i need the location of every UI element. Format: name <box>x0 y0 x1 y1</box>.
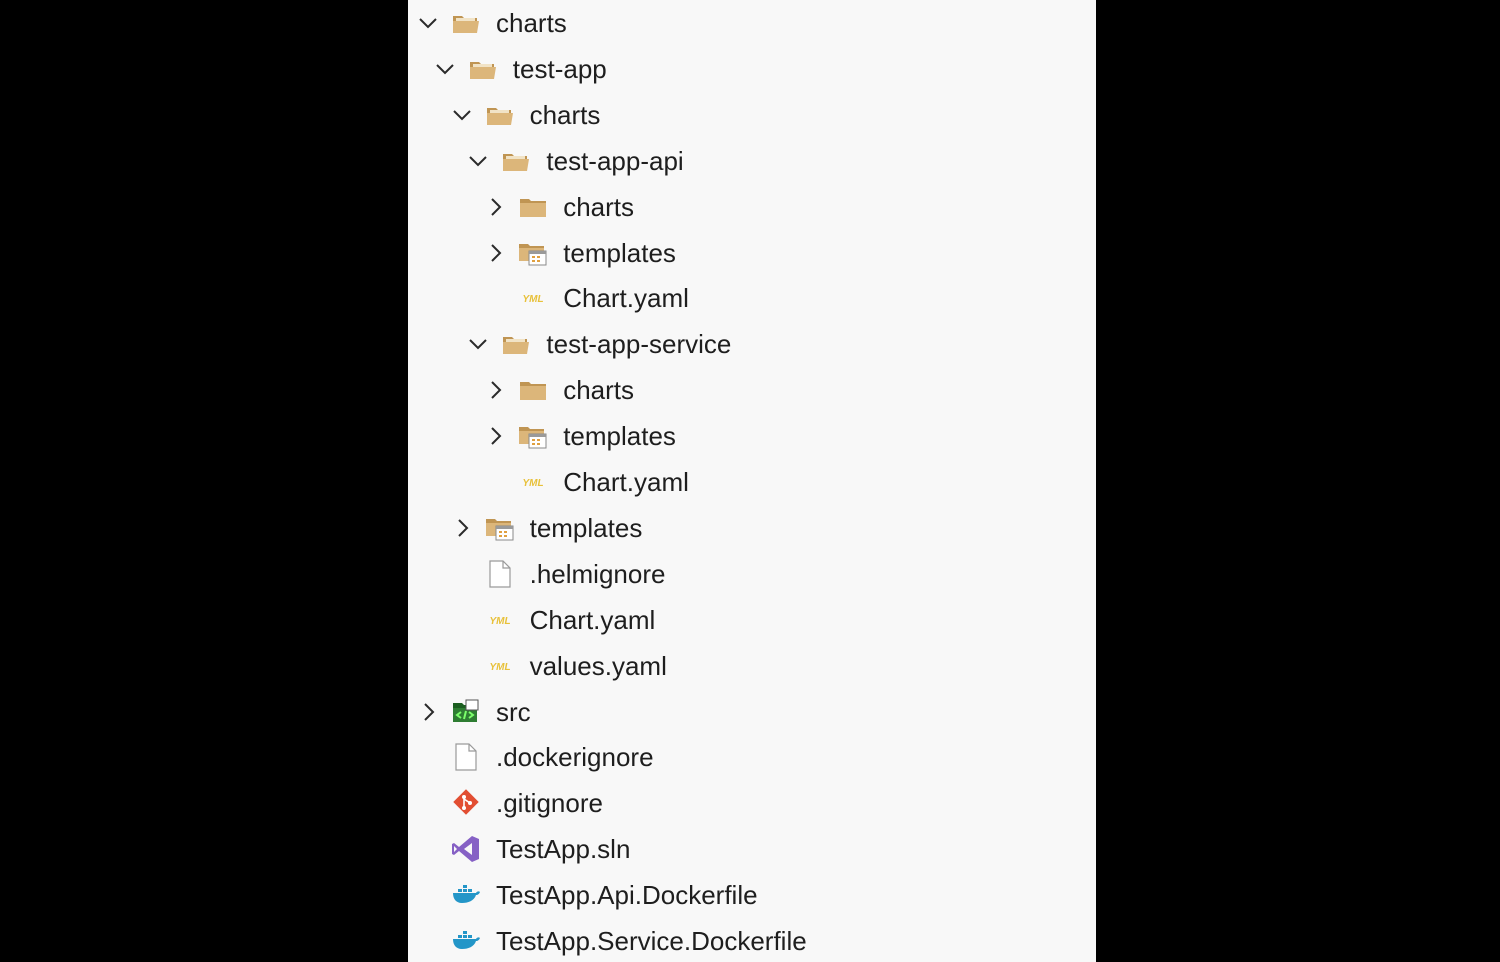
tree-folder-item[interactable]: test-app <box>408 46 1096 92</box>
docker-icon <box>451 881 481 909</box>
tree-item-label: .dockerignore <box>496 742 654 773</box>
tree-folder-item[interactable]: templates <box>408 413 1096 459</box>
tree-item-label: Chart.yaml <box>563 467 689 497</box>
tree-item-label: values.yaml <box>529 650 667 681</box>
chevron-right-icon[interactable] <box>483 424 507 448</box>
tree-folder-item[interactable]: charts <box>408 367 1096 413</box>
solution-explorer-tree: charts test-app charts test-app-api char… <box>408 0 1096 962</box>
tree-folder-item[interactable]: templates <box>408 230 1096 276</box>
tree-item-label: templates <box>563 237 676 268</box>
chevron-down-icon[interactable] <box>450 103 474 127</box>
tree-item-label: charts <box>496 8 567 38</box>
tree-file-item[interactable]: YML Chart.yaml <box>408 459 1096 505</box>
svg-text:YML: YML <box>523 294 544 305</box>
file-icon <box>485 560 515 588</box>
chevron-down-icon[interactable] <box>466 149 490 173</box>
yaml-file-icon: YML <box>518 284 548 312</box>
tree-item-label: templates <box>563 421 676 452</box>
templates-folder-icon <box>518 422 548 450</box>
tree-item-label: TestApp.Api.Dockerfile <box>496 880 758 911</box>
svg-text:YML: YML <box>489 662 510 673</box>
yaml-file-icon: YML <box>518 468 548 496</box>
folder-open-icon <box>501 147 531 175</box>
folder-icon <box>518 376 548 404</box>
tree-item-label: Chart.yaml <box>563 283 689 314</box>
tree-item-label: charts <box>563 375 634 406</box>
tree-folder-item[interactable]: templates <box>408 505 1096 551</box>
tree-item-label: .gitignore <box>496 788 603 819</box>
git-icon <box>451 789 481 817</box>
chevron-right-icon[interactable] <box>416 700 440 724</box>
tree-item-label: charts <box>563 191 634 222</box>
tree-item-label: TestApp.Service.Dockerfile <box>496 926 807 956</box>
folder-open-icon <box>501 330 531 358</box>
folder-open-icon <box>468 55 498 83</box>
tree-folder-item[interactable]: charts <box>408 0 1096 46</box>
tree-item-label: test-app <box>512 53 607 84</box>
tree-file-item[interactable]: TestApp.Service.Dockerfile <box>408 918 1096 962</box>
tree-item-label: test-app-api <box>546 145 684 176</box>
tree-item-label: templates <box>529 512 643 543</box>
tree-folder-item[interactable]: charts <box>408 184 1096 230</box>
chevron-down-icon[interactable] <box>433 57 457 81</box>
svg-text:YML: YML <box>523 478 544 489</box>
tree-file-item[interactable]: TestApp.sln <box>408 826 1096 872</box>
tree-folder-item[interactable]: test-app-service <box>408 321 1096 367</box>
tree-item-label: Chart.yaml <box>529 604 656 635</box>
tree-item-label: test-app-service <box>546 329 732 360</box>
templates-folder-icon <box>485 514 515 542</box>
folder-open-icon <box>485 101 515 129</box>
tree-item-label: charts <box>529 99 601 130</box>
svg-text:YML: YML <box>489 616 510 627</box>
tree-file-item[interactable]: YML Chart.yaml <box>408 597 1096 643</box>
tree-folder-item[interactable]: charts <box>408 92 1096 138</box>
tree-file-item[interactable]: .gitignore <box>408 780 1096 826</box>
chevron-right-icon[interactable] <box>483 378 507 402</box>
tree-item-label: src <box>496 696 531 727</box>
chevron-down-icon[interactable] <box>466 332 490 356</box>
tree-file-item[interactable]: .helmignore <box>408 551 1096 597</box>
tree-item-label: TestApp.sln <box>496 834 631 865</box>
file-icon <box>451 743 481 771</box>
chevron-right-icon[interactable] <box>483 241 507 265</box>
folder-open-icon <box>451 9 481 37</box>
tree-folder-item[interactable]: src <box>408 689 1096 735</box>
tree-file-item[interactable]: TestApp.Api.Dockerfile <box>408 872 1096 918</box>
source-folder-icon <box>451 698 481 726</box>
tree-file-item[interactable]: YML Chart.yaml <box>408 275 1096 321</box>
visual-studio-icon <box>451 835 481 863</box>
tree-item-label: .helmignore <box>529 558 666 589</box>
chevron-right-icon[interactable] <box>450 516 474 540</box>
folder-icon <box>518 193 548 221</box>
templates-folder-icon <box>518 239 548 267</box>
chevron-right-icon[interactable] <box>483 195 507 219</box>
tree-file-item[interactable]: .dockerignore <box>408 734 1096 780</box>
yaml-file-icon: YML <box>485 606 515 634</box>
tree-file-item[interactable]: YML values.yaml <box>408 643 1096 689</box>
yaml-file-icon: YML <box>485 652 515 680</box>
chevron-down-icon[interactable] <box>416 11 440 35</box>
docker-icon <box>451 927 481 955</box>
tree-folder-item[interactable]: test-app-api <box>408 138 1096 184</box>
